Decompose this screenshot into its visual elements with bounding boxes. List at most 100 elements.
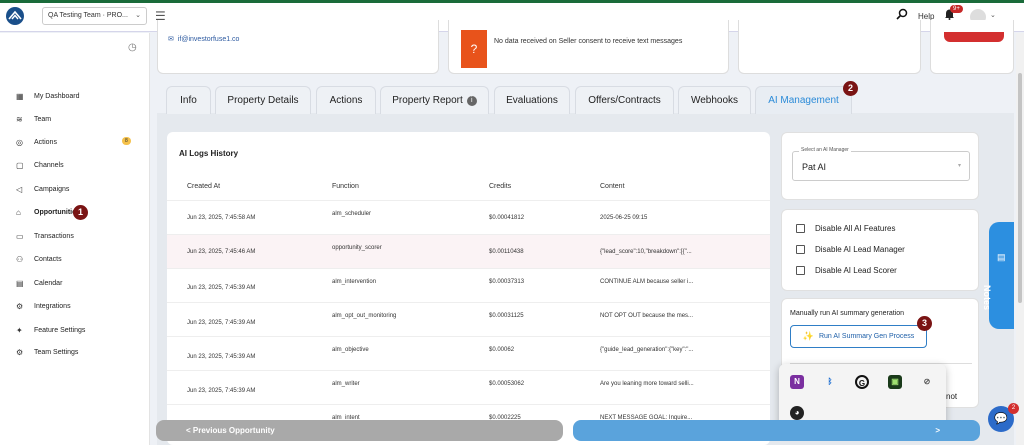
sidebar-item-label: Transactions bbox=[34, 232, 74, 240]
sidebar-item-contacts[interactable]: ⚇ Contacts bbox=[16, 252, 146, 266]
table-row[interactable]: Jun 23, 2025, 7:45:46 AM opportunity_sco… bbox=[167, 234, 770, 268]
tab-evaluations[interactable]: Evaluations bbox=[494, 86, 570, 114]
column-header-credits[interactable]: Credits bbox=[489, 183, 511, 190]
actions-count-badge: 8 bbox=[122, 137, 131, 145]
cell-function: opportunity_scorer bbox=[332, 245, 382, 251]
chevron-right-icon: > bbox=[935, 426, 940, 435]
megaphone-icon: ◁ bbox=[16, 184, 23, 194]
check-circle-icon: ◎ bbox=[16, 137, 23, 147]
notes-icon: ▤ bbox=[997, 252, 1006, 262]
chat-icon: ▢ bbox=[16, 160, 24, 170]
logs-title: AI Logs History bbox=[179, 149, 239, 158]
sidebar-item-team-settings[interactable]: ⚙ Team Settings bbox=[16, 345, 146, 359]
ai-manager-select[interactable]: Select an AI Manager Pat AI ▾ bbox=[792, 147, 970, 181]
ai-manager-panel: Select an AI Manager Pat AI ▾ bbox=[781, 132, 979, 200]
layers-icon: ≋ bbox=[16, 114, 23, 124]
disable-all-ai-checkbox-row[interactable]: Disable All AI Features bbox=[796, 224, 895, 233]
table-row[interactable]: Jun 23, 2025, 7:45:39 AM alm_opt_out_mon… bbox=[167, 302, 770, 336]
cell-function: alm_intervention bbox=[332, 279, 377, 285]
email-link[interactable]: ✉ if@investorfuse1.co bbox=[168, 35, 239, 43]
sidebar-item-label: Contacts bbox=[34, 255, 62, 263]
page-scrollbar[interactable] bbox=[1016, 33, 1024, 445]
sidebar: ◷ ▦ My Dashboard ≋ Team ◎ Actions 8 ▢ Ch… bbox=[0, 33, 150, 445]
onenote-icon[interactable]: N bbox=[790, 375, 804, 389]
money-icon: ▭ bbox=[16, 231, 24, 241]
cell-function: alm_scheduler bbox=[332, 211, 372, 217]
scrollbar-thumb[interactable] bbox=[1018, 73, 1022, 303]
primary-action-button[interactable] bbox=[944, 32, 1004, 42]
column-header-function[interactable]: Function bbox=[332, 183, 359, 190]
run-summary-button[interactable]: ✨ Run AI Summary Gen Process bbox=[790, 325, 927, 348]
cell-function: alm_writer bbox=[332, 381, 360, 387]
summary-label: Manually run AI summary generation bbox=[790, 310, 904, 317]
sidebar-item-my-dashboard[interactable]: ▦ My Dashboard bbox=[16, 89, 146, 103]
next-opportunity-button[interactable]: > bbox=[573, 420, 980, 441]
cell-content: 2025-06-25 09:15 bbox=[600, 215, 648, 221]
sidebar-item-campaigns[interactable]: ◁ Campaigns bbox=[16, 182, 146, 196]
table-row[interactable]: Jun 23, 2025, 7:45:39 AM alm_writer $0.0… bbox=[167, 370, 770, 404]
tab-offers-contracts[interactable]: Offers/Contracts bbox=[575, 86, 674, 114]
cell-content: Are you leaning more toward selli... bbox=[600, 381, 694, 387]
column-header-content[interactable]: Content bbox=[600, 183, 625, 190]
grammarly-icon[interactable]: G bbox=[855, 375, 869, 389]
tab-actions[interactable]: Actions bbox=[316, 86, 376, 114]
notes-side-tab[interactable]: ▤ Notes bbox=[982, 222, 1014, 329]
checkbox-label: Disable AI Lead Scorer bbox=[815, 266, 897, 275]
cell-created-at: Jun 23, 2025, 7:45:39 AM bbox=[187, 354, 256, 360]
disable-lead-manager-checkbox[interactable] bbox=[796, 245, 805, 254]
tab-ai-management[interactable]: AI Management bbox=[755, 86, 852, 114]
annotation-marker-2: 2 bbox=[843, 81, 858, 96]
ai-toggles-panel: Disable All AI Features Disable AI Lead … bbox=[781, 209, 979, 291]
sidebar-item-label: My Dashboard bbox=[34, 92, 80, 100]
previous-opportunity-button[interactable]: < Previous Opportunity bbox=[156, 420, 563, 441]
sidebar-item-label: Actions bbox=[34, 138, 57, 146]
team-select[interactable]: QA Testing Team · PRO... ⌄ bbox=[42, 7, 147, 25]
tab-webhooks[interactable]: Webhooks bbox=[678, 86, 751, 114]
cell-credits: $0.00053062 bbox=[489, 381, 525, 387]
annotation-marker-3: 3 bbox=[917, 316, 932, 331]
github-icon[interactable]: ◕ bbox=[790, 406, 804, 420]
cell-credits: $0.00041812 bbox=[489, 215, 525, 221]
tab-property-details[interactable]: Property Details bbox=[215, 86, 311, 114]
cell-credits: $0.00037313 bbox=[489, 279, 525, 285]
column-header-created-at[interactable]: Created At bbox=[187, 183, 220, 190]
bluetooth-icon[interactable]: ᛒ bbox=[823, 375, 837, 389]
chat-badge: 2 bbox=[1008, 403, 1019, 414]
nvidia-icon[interactable]: ▣ bbox=[888, 375, 902, 389]
sidebar-item-actions[interactable]: ◎ Actions 8 bbox=[16, 135, 146, 149]
chevron-down-icon: ▾ bbox=[957, 163, 961, 169]
home-icon: ⌂ bbox=[16, 207, 21, 217]
notes-label: Notes bbox=[982, 285, 992, 311]
app-logo[interactable] bbox=[6, 7, 24, 25]
disable-all-ai-checkbox[interactable] bbox=[796, 224, 805, 233]
sidebar-item-transactions[interactable]: ▭ Transactions bbox=[16, 229, 146, 243]
disable-lead-scorer-checkbox[interactable] bbox=[796, 266, 805, 275]
sidebar-item-feature-settings[interactable]: ✦ Feature Settings bbox=[16, 323, 146, 337]
sidebar-item-channels[interactable]: ▢ Channels bbox=[16, 158, 146, 172]
network-blocked-icon[interactable]: ⊘ bbox=[920, 375, 934, 389]
select-legend: Select an AI Manager bbox=[799, 147, 851, 153]
cell-credits: $0.00031125 bbox=[489, 313, 524, 319]
plug-icon: ⚙ bbox=[16, 301, 24, 311]
ai-logs-card: AI Logs History Created At Function Cred… bbox=[167, 132, 770, 445]
disable-lead-scorer-checkbox-row[interactable]: Disable AI Lead Scorer bbox=[796, 266, 897, 275]
sidebar-item-label: Integrations bbox=[34, 302, 71, 310]
chevron-left-icon: < bbox=[186, 426, 191, 435]
cell-created-at: Jun 23, 2025, 7:45:58 AM bbox=[187, 215, 256, 221]
chevron-down-icon[interactable]: ⌄ bbox=[990, 11, 996, 19]
question-icon: ? bbox=[461, 30, 487, 68]
clock-refresh-icon[interactable]: ◷ bbox=[128, 42, 137, 53]
tab-property-report[interactable]: Property Report i bbox=[380, 86, 489, 114]
table-row[interactable]: Jun 23, 2025, 7:45:58 AM alm_scheduler $… bbox=[167, 200, 770, 234]
table-row[interactable]: Jun 23, 2025, 7:45:39 AM alm_interventio… bbox=[167, 268, 770, 302]
sidebar-item-calendar[interactable]: ▤ Calendar bbox=[16, 276, 146, 290]
disable-lead-manager-checkbox-row[interactable]: Disable AI Lead Manager bbox=[796, 245, 905, 254]
sidebar-item-team[interactable]: ≋ Team bbox=[16, 112, 146, 126]
cell-created-at: Jun 23, 2025, 7:45:39 AM bbox=[187, 320, 256, 326]
tab-info[interactable]: Info bbox=[166, 86, 211, 114]
sidebar-item-integrations[interactable]: ⚙ Integrations bbox=[16, 299, 146, 313]
table-row[interactable]: Jun 23, 2025, 7:45:39 AM alm_objective $… bbox=[167, 336, 770, 370]
sidebar-item-label: Team Settings bbox=[34, 348, 79, 356]
cell-created-at: Jun 23, 2025, 7:45:46 AM bbox=[187, 249, 256, 255]
envelope-icon: ✉ bbox=[168, 36, 174, 43]
